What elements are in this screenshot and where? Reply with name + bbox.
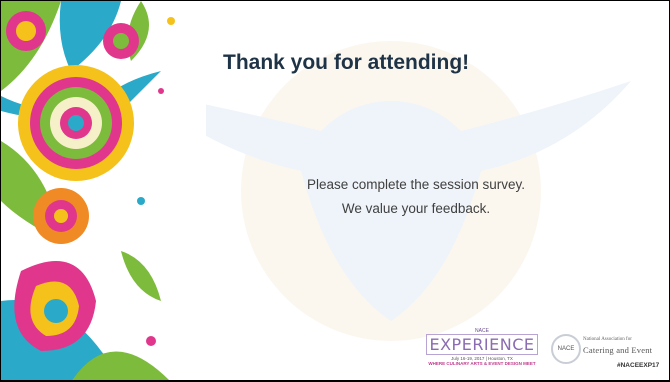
hashtag: #NACEEXP17 bbox=[617, 362, 660, 369]
nace-circle: NACE bbox=[551, 334, 581, 364]
slide: Thank you for attending! Please complete… bbox=[1, 1, 669, 380]
body-line-feedback: We value your feedback. bbox=[341, 201, 491, 216]
nace-line1: National Association for bbox=[583, 337, 632, 342]
experience-logo: NACE EXPERIENCE July 16-19, 2017 | Houst… bbox=[426, 328, 538, 370]
nace-line2: Catering and Event bbox=[583, 345, 653, 355]
experience-word: EXPERIENCE bbox=[426, 334, 538, 355]
floral-decoration-icon bbox=[1, 1, 206, 380]
experience-tagline: WHERE CULINARY ARTS & EVENT DESIGN MEET bbox=[428, 361, 536, 366]
slide-title: Thank you for attending! bbox=[223, 51, 470, 74]
body-line-survey: Please complete the session survey. bbox=[306, 177, 526, 192]
body-text: Please complete the session survey. We v… bbox=[251, 173, 581, 221]
nace-logo: NACE National Association for Catering a… bbox=[551, 334, 666, 374]
